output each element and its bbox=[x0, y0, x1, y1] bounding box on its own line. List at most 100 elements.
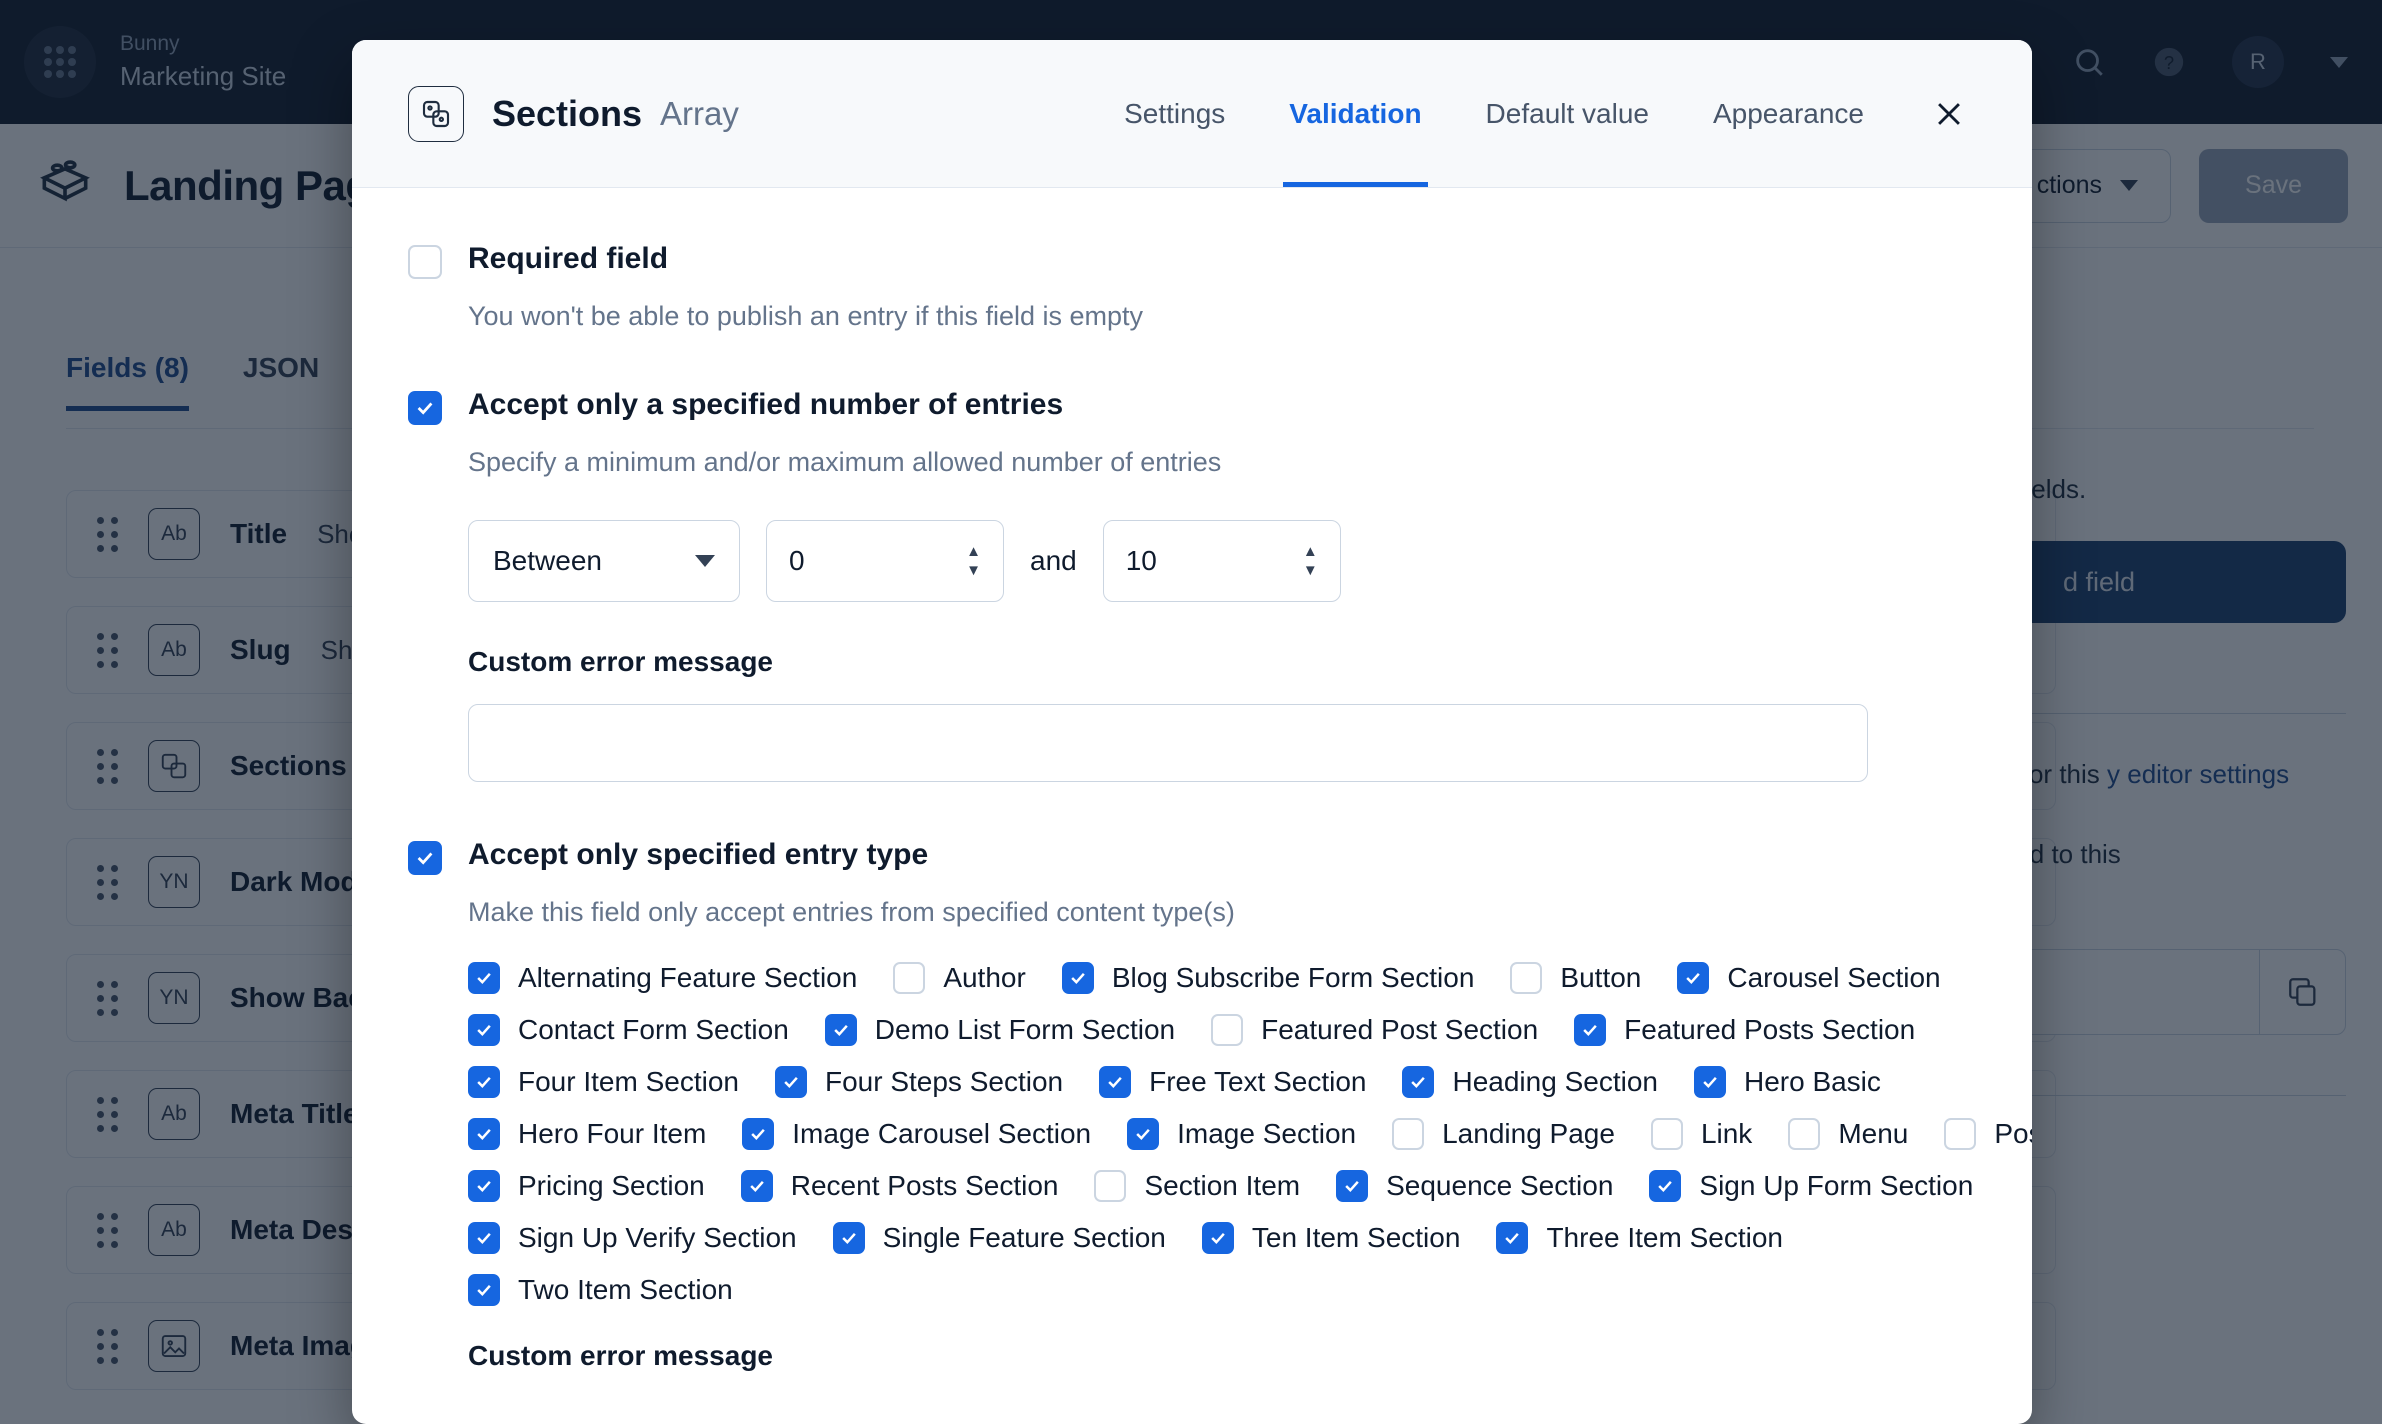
range-conjunction: and bbox=[1030, 545, 1077, 577]
content-type-option[interactable]: Featured Posts Section bbox=[1574, 1014, 1915, 1046]
content-type-option[interactable]: Carousel Section bbox=[1677, 962, 1940, 994]
tab-validation[interactable]: Validation bbox=[1257, 40, 1453, 187]
content-type-option[interactable]: Recent Posts Section bbox=[741, 1170, 1059, 1202]
content-type-checkbox[interactable] bbox=[1062, 962, 1094, 994]
content-type-checkbox[interactable] bbox=[1099, 1066, 1131, 1098]
content-type-checkbox[interactable] bbox=[742, 1118, 774, 1150]
number-of-entries-row[interactable]: Accept only a specified number of entrie… bbox=[408, 388, 1976, 425]
content-type-option[interactable]: Contact Form Section bbox=[468, 1014, 789, 1046]
tab-default-value[interactable]: Default value bbox=[1454, 40, 1681, 187]
content-type-checkbox[interactable] bbox=[1649, 1170, 1681, 1202]
content-type-checkbox[interactable] bbox=[468, 962, 500, 994]
content-type-option[interactable]: Button bbox=[1510, 962, 1641, 994]
content-type-option[interactable]: Sequence Section bbox=[1336, 1170, 1613, 1202]
content-type-option[interactable]: Ten Item Section bbox=[1202, 1222, 1461, 1254]
content-type-checkbox[interactable] bbox=[468, 1170, 500, 1202]
content-type-checkbox[interactable] bbox=[468, 1066, 500, 1098]
content-type-option[interactable]: Heading Section bbox=[1402, 1066, 1657, 1098]
content-type-checkbox[interactable] bbox=[1402, 1066, 1434, 1098]
content-type-label: Pricing Section bbox=[518, 1170, 705, 1202]
number-of-entries-checkbox[interactable] bbox=[408, 391, 442, 425]
content-type-checkbox[interactable] bbox=[1094, 1170, 1126, 1202]
content-type-checkbox[interactable] bbox=[825, 1014, 857, 1046]
content-type-checkbox[interactable] bbox=[775, 1066, 807, 1098]
field-settings-modal: Sections Array Settings Validation Defau… bbox=[352, 40, 2032, 1424]
condition-select[interactable]: Between bbox=[468, 520, 740, 602]
content-type-checkbox[interactable] bbox=[1496, 1222, 1528, 1254]
content-type-label: Sequence Section bbox=[1386, 1170, 1613, 1202]
content-type-option[interactable]: Post bbox=[1944, 1118, 2032, 1150]
content-type-option[interactable]: Sign Up Form Section bbox=[1649, 1170, 1973, 1202]
content-type-option[interactable]: Sign Up Verify Section bbox=[468, 1222, 797, 1254]
content-type-checkbox[interactable] bbox=[468, 1118, 500, 1150]
content-type-checkbox[interactable] bbox=[468, 1274, 500, 1306]
tab-appearance[interactable]: Appearance bbox=[1681, 40, 1896, 187]
content-type-checkbox[interactable] bbox=[1202, 1222, 1234, 1254]
tab-settings[interactable]: Settings bbox=[1092, 40, 1257, 187]
content-type-label: Contact Form Section bbox=[518, 1014, 789, 1046]
content-type-option[interactable]: Image Carousel Section bbox=[742, 1118, 1091, 1150]
required-field-checkbox[interactable] bbox=[408, 245, 442, 279]
content-type-checkbox[interactable] bbox=[1651, 1118, 1683, 1150]
content-type-checkbox[interactable] bbox=[1336, 1170, 1368, 1202]
entries-custom-error-label: Custom error message bbox=[468, 646, 1976, 678]
min-value-input[interactable]: 0 ▲▼ bbox=[766, 520, 1004, 602]
content-type-option[interactable]: Three Item Section bbox=[1496, 1222, 1783, 1254]
content-type-option[interactable]: Image Section bbox=[1127, 1118, 1356, 1150]
content-type-option[interactable]: Section Item bbox=[1094, 1170, 1300, 1202]
content-type-label: Section Item bbox=[1144, 1170, 1300, 1202]
content-type-option[interactable]: Demo List Form Section bbox=[825, 1014, 1175, 1046]
content-type-row: Four Item Section Four Steps Section Free … bbox=[468, 1066, 1976, 1098]
max-value-input[interactable]: 10 ▲▼ bbox=[1103, 520, 1341, 602]
content-type-option[interactable]: Author bbox=[893, 962, 1026, 994]
content-type-checkbox[interactable] bbox=[1127, 1118, 1159, 1150]
entry-type-label: Accept only specified entry type bbox=[468, 838, 928, 872]
content-type-checkbox[interactable] bbox=[1211, 1014, 1243, 1046]
content-type-checkbox[interactable] bbox=[1694, 1066, 1726, 1098]
stepper-icon[interactable]: ▲▼ bbox=[966, 544, 981, 578]
content-type-label: Hero Basic bbox=[1744, 1066, 1881, 1098]
entries-custom-error-input[interactable] bbox=[468, 704, 1868, 782]
content-type-checkbox[interactable] bbox=[1944, 1118, 1976, 1150]
reference-field-icon bbox=[408, 86, 464, 142]
content-type-checkbox[interactable] bbox=[468, 1222, 500, 1254]
content-type-label: Demo List Form Section bbox=[875, 1014, 1175, 1046]
entry-type-helper: Make this field only accept entries from… bbox=[468, 897, 1976, 928]
content-type-option[interactable]: Hero Four Item bbox=[468, 1118, 706, 1150]
content-type-option[interactable]: Single Feature Section bbox=[833, 1222, 1166, 1254]
content-type-label: Two Item Section bbox=[518, 1274, 733, 1306]
content-type-row: Two Item Section bbox=[468, 1274, 1976, 1306]
content-type-option[interactable]: Four Steps Section bbox=[775, 1066, 1063, 1098]
content-type-option[interactable]: Pricing Section bbox=[468, 1170, 705, 1202]
required-field-row[interactable]: Required field bbox=[408, 242, 1976, 279]
content-type-label: Recent Posts Section bbox=[791, 1170, 1059, 1202]
content-type-checkbox[interactable] bbox=[1574, 1014, 1606, 1046]
content-type-option[interactable]: Menu bbox=[1788, 1118, 1908, 1150]
content-type-checkbox[interactable] bbox=[741, 1170, 773, 1202]
content-type-row: Pricing Section Recent Posts Section Secti… bbox=[468, 1170, 1976, 1202]
content-type-checkbox[interactable] bbox=[1677, 962, 1709, 994]
content-type-option[interactable]: Landing Page bbox=[1392, 1118, 1615, 1150]
content-type-checkbox[interactable] bbox=[893, 962, 925, 994]
max-value: 10 bbox=[1126, 545, 1157, 577]
content-type-option[interactable]: Blog Subscribe Form Section bbox=[1062, 962, 1475, 994]
close-icon[interactable] bbox=[1896, 40, 1976, 187]
content-type-checkbox[interactable] bbox=[468, 1014, 500, 1046]
content-type-option[interactable]: Hero Basic bbox=[1694, 1066, 1881, 1098]
condition-select-value: Between bbox=[493, 545, 602, 577]
stepper-icon[interactable]: ▲▼ bbox=[1303, 544, 1318, 578]
content-type-checkbox[interactable] bbox=[1788, 1118, 1820, 1150]
entry-type-checkbox[interactable] bbox=[408, 841, 442, 875]
content-type-option[interactable]: Featured Post Section bbox=[1211, 1014, 1538, 1046]
entry-type-row[interactable]: Accept only specified entry type bbox=[408, 838, 1976, 875]
content-type-label: Alternating Feature Section bbox=[518, 962, 857, 994]
content-type-option[interactable]: Two Item Section bbox=[468, 1274, 733, 1306]
content-type-option[interactable]: Four Item Section bbox=[468, 1066, 739, 1098]
content-type-checkbox[interactable] bbox=[1392, 1118, 1424, 1150]
content-type-option[interactable]: Free Text Section bbox=[1099, 1066, 1366, 1098]
content-type-label: Blog Subscribe Form Section bbox=[1112, 962, 1475, 994]
content-type-checkbox[interactable] bbox=[833, 1222, 865, 1254]
content-type-option[interactable]: Alternating Feature Section bbox=[468, 962, 857, 994]
content-type-checkbox[interactable] bbox=[1510, 962, 1542, 994]
content-type-option[interactable]: Link bbox=[1651, 1118, 1752, 1150]
